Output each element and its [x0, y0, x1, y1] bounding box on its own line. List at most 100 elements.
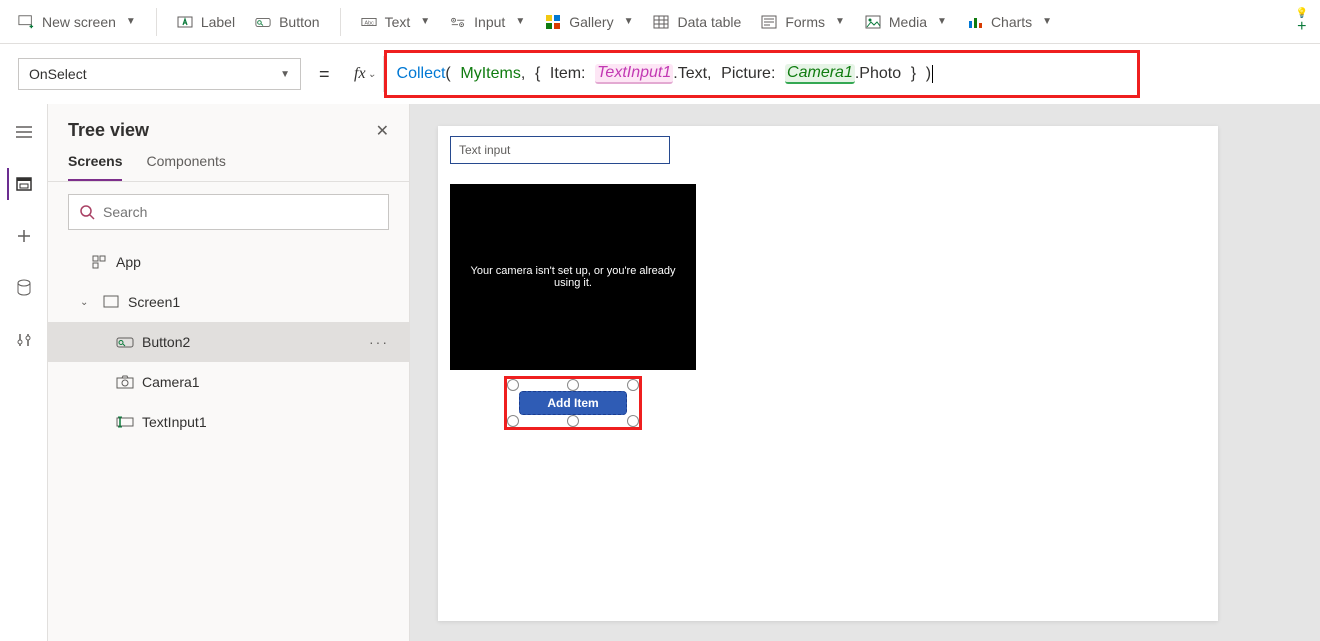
left-rail	[0, 104, 48, 641]
insert-label-button[interactable]: Label	[167, 8, 245, 36]
tree-item-textinput[interactable]: TextInput1	[48, 402, 409, 442]
text-label: Text	[385, 14, 411, 30]
resize-handle[interactable]	[627, 379, 639, 391]
plus-icon: +	[1297, 19, 1306, 35]
gallery-label: Gallery	[569, 14, 613, 30]
formula-ref-textinput: TextInput1	[595, 64, 673, 84]
insert-input-button[interactable]: Input ▼	[440, 8, 535, 36]
tree-label: App	[116, 254, 141, 270]
tree-tabs: Screens Components	[48, 145, 409, 182]
property-dropdown[interactable]: OnSelect ▼	[18, 58, 301, 90]
add-item-button[interactable]: Add Item	[519, 391, 627, 415]
chevron-down-icon: ▼	[1042, 16, 1052, 27]
svg-text:Abc: Abc	[364, 20, 374, 26]
button-icon	[116, 334, 134, 350]
rail-treeview[interactable]	[7, 168, 39, 200]
tree-view-panel: Tree view ✕ Screens Components App ⌄ Scr…	[48, 104, 410, 641]
rail-insert[interactable]	[8, 220, 40, 252]
tree-label: Button2	[142, 334, 190, 350]
tree-title: Tree view	[68, 120, 149, 141]
tree-item-camera[interactable]: Camera1	[48, 362, 409, 402]
gallery-icon	[545, 14, 561, 30]
label-label: Label	[201, 14, 235, 30]
formula-arg: MyItems	[460, 65, 520, 83]
datatable-label: Data table	[677, 14, 741, 30]
fx-icon[interactable]: fx⌄	[348, 56, 384, 92]
label-icon	[177, 14, 193, 30]
screen-plus-icon	[18, 14, 34, 30]
chevron-down-icon: ▼	[835, 16, 845, 27]
search-icon	[79, 204, 95, 220]
tab-components[interactable]: Components	[146, 153, 225, 181]
chevron-down-icon: ⌄	[80, 297, 94, 308]
tree-item-button[interactable]: Button2 ···	[48, 322, 409, 362]
camera-icon	[116, 374, 134, 390]
property-name: OnSelect	[29, 66, 87, 82]
resize-handle[interactable]	[567, 415, 579, 427]
insert-datatable-button[interactable]: Data table	[643, 8, 751, 36]
new-screen-button[interactable]: New screen ▼	[8, 8, 146, 36]
ribbon-overflow[interactable]: 💡 +	[1292, 8, 1312, 35]
insert-text-button[interactable]: Abc Text ▼	[351, 8, 441, 36]
formula-function: Collect	[397, 65, 446, 83]
textinput-icon	[116, 414, 134, 430]
insert-charts-button[interactable]: Charts ▼	[957, 8, 1062, 36]
insert-ribbon: New screen ▼ Label Button Abc Text ▼ Inp…	[0, 0, 1320, 44]
input-label: Input	[474, 14, 505, 30]
new-screen-label: New screen	[42, 14, 116, 30]
tree-label: Camera1	[142, 374, 200, 390]
canvas-area: Text input Your camera isn't set up, or …	[410, 104, 1320, 641]
chevron-down-icon: ▼	[420, 16, 430, 27]
forms-icon	[761, 14, 777, 30]
app-icon	[90, 254, 108, 270]
resize-handle[interactable]	[567, 379, 579, 391]
text-icon: Abc	[361, 14, 377, 30]
close-icon[interactable]: ✕	[376, 121, 389, 141]
equals-sign: =	[319, 64, 330, 85]
forms-label: Forms	[785, 14, 825, 30]
input-icon	[450, 14, 466, 30]
canvas-camera[interactable]: Your camera isn't set up, or you're alre…	[450, 184, 696, 370]
search-input[interactable]	[103, 204, 378, 220]
formula-input[interactable]: Collect( MyItems, { Item: TextInput1.Tex…	[384, 50, 1140, 98]
insert-media-button[interactable]: Media ▼	[855, 8, 957, 36]
canvas-textinput[interactable]: Text input	[450, 136, 670, 164]
chevron-down-icon: ▼	[126, 16, 136, 27]
resize-handle[interactable]	[507, 415, 519, 427]
insert-button-button[interactable]: Button	[245, 8, 329, 36]
insert-gallery-button[interactable]: Gallery ▼	[535, 8, 643, 36]
screen-icon	[102, 294, 120, 310]
chevron-down-icon: ▼	[937, 16, 947, 27]
rail-data[interactable]	[8, 272, 40, 304]
more-icon[interactable]: ···	[369, 334, 389, 350]
tree-list: App ⌄ Screen1 Button2 ··· Camera1 TextIn…	[48, 242, 409, 641]
formula-bar: OnSelect ▼ = fx⌄ Collect( MyItems, { Ite…	[0, 44, 1320, 104]
canvas-button-highlight: Add Item	[504, 376, 642, 430]
charts-label: Charts	[991, 14, 1032, 30]
button-icon	[255, 14, 271, 30]
textinput-placeholder: Text input	[459, 143, 510, 157]
rail-tools[interactable]	[8, 324, 40, 356]
rail-hamburger[interactable]	[8, 116, 40, 148]
button-label: Button	[279, 14, 319, 30]
chevron-down-icon: ▼	[624, 16, 634, 27]
tree-label: Screen1	[128, 294, 180, 310]
resize-handle[interactable]	[627, 415, 639, 427]
canvas-button-selection[interactable]: Add Item	[513, 385, 633, 421]
media-icon	[865, 14, 881, 30]
formula-ref-camera: Camera1	[785, 64, 855, 84]
tree-item-app[interactable]: App	[48, 242, 409, 282]
tree-item-screen[interactable]: ⌄ Screen1	[48, 282, 409, 322]
insert-forms-button[interactable]: Forms ▼	[751, 8, 855, 36]
tab-screens[interactable]: Screens	[68, 153, 122, 181]
resize-handle[interactable]	[507, 379, 519, 391]
media-label: Media	[889, 14, 927, 30]
chevron-down-icon: ▼	[515, 16, 525, 27]
tree-label: TextInput1	[142, 414, 207, 430]
camera-message: Your camera isn't set up, or you're alre…	[458, 265, 688, 289]
tree-search[interactable]	[68, 194, 389, 230]
chevron-down-icon: ▼	[280, 69, 290, 80]
screen-canvas[interactable]: Text input Your camera isn't set up, or …	[438, 126, 1218, 621]
datatable-icon	[653, 14, 669, 30]
charts-icon	[967, 14, 983, 30]
